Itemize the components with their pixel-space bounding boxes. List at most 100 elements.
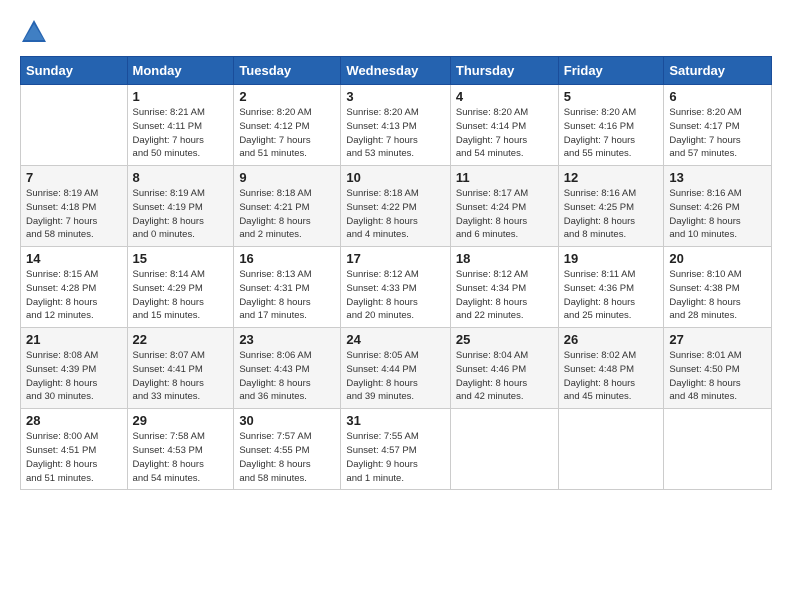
calendar-table: SundayMondayTuesdayWednesdayThursdayFrid… [20,56,772,490]
day-number: 10 [346,170,444,185]
day-number: 13 [669,170,766,185]
day-info: Sunrise: 8:06 AM Sunset: 4:43 PM Dayligh… [239,349,335,404]
day-number: 23 [239,332,335,347]
day-info: Sunrise: 8:16 AM Sunset: 4:25 PM Dayligh… [564,187,659,242]
day-info: Sunrise: 7:55 AM Sunset: 4:57 PM Dayligh… [346,430,444,485]
day-cell: 26 Sunrise: 8:02 AM Sunset: 4:48 PM Dayli… [558,328,664,409]
day-cell: 4 Sunrise: 8:20 AM Sunset: 4:14 PM Daylig… [450,85,558,166]
day-info: Sunrise: 8:20 AM Sunset: 4:16 PM Dayligh… [564,106,659,161]
day-number: 4 [456,89,553,104]
day-number: 28 [26,413,122,428]
day-info: Sunrise: 8:15 AM Sunset: 4:28 PM Dayligh… [26,268,122,323]
day-number: 17 [346,251,444,266]
day-cell: 16 Sunrise: 8:13 AM Sunset: 4:31 PM Dayli… [234,247,341,328]
day-cell: 8 Sunrise: 8:19 AM Sunset: 4:19 PM Daylig… [127,166,234,247]
day-cell: 17 Sunrise: 8:12 AM Sunset: 4:33 PM Dayli… [341,247,450,328]
day-info: Sunrise: 8:04 AM Sunset: 4:46 PM Dayligh… [456,349,553,404]
day-cell: 31 Sunrise: 7:55 AM Sunset: 4:57 PM Dayli… [341,409,450,490]
day-info: Sunrise: 8:13 AM Sunset: 4:31 PM Dayligh… [239,268,335,323]
day-number: 6 [669,89,766,104]
day-number: 25 [456,332,553,347]
day-info: Sunrise: 8:00 AM Sunset: 4:51 PM Dayligh… [26,430,122,485]
day-info: Sunrise: 8:11 AM Sunset: 4:36 PM Dayligh… [564,268,659,323]
day-info: Sunrise: 8:01 AM Sunset: 4:50 PM Dayligh… [669,349,766,404]
day-number: 14 [26,251,122,266]
day-cell: 13 Sunrise: 8:16 AM Sunset: 4:26 PM Dayli… [664,166,772,247]
day-info: Sunrise: 7:58 AM Sunset: 4:53 PM Dayligh… [133,430,229,485]
day-number: 21 [26,332,122,347]
week-row-3: 14 Sunrise: 8:15 AM Sunset: 4:28 PM Dayli… [21,247,772,328]
day-number: 18 [456,251,553,266]
weekday-header-wednesday: Wednesday [341,57,450,85]
day-info: Sunrise: 8:05 AM Sunset: 4:44 PM Dayligh… [346,349,444,404]
day-cell: 27 Sunrise: 8:01 AM Sunset: 4:50 PM Dayli… [664,328,772,409]
day-number: 16 [239,251,335,266]
day-info: Sunrise: 8:19 AM Sunset: 4:18 PM Dayligh… [26,187,122,242]
day-number: 22 [133,332,229,347]
day-cell: 2 Sunrise: 8:20 AM Sunset: 4:12 PM Daylig… [234,85,341,166]
day-number: 30 [239,413,335,428]
day-number: 1 [133,89,229,104]
day-info: Sunrise: 8:17 AM Sunset: 4:24 PM Dayligh… [456,187,553,242]
day-number: 3 [346,89,444,104]
day-cell: 30 Sunrise: 7:57 AM Sunset: 4:55 PM Dayli… [234,409,341,490]
day-info: Sunrise: 8:20 AM Sunset: 4:13 PM Dayligh… [346,106,444,161]
day-cell [558,409,664,490]
day-cell: 1 Sunrise: 8:21 AM Sunset: 4:11 PM Daylig… [127,85,234,166]
day-info: Sunrise: 8:07 AM Sunset: 4:41 PM Dayligh… [133,349,229,404]
day-cell: 22 Sunrise: 8:07 AM Sunset: 4:41 PM Dayli… [127,328,234,409]
day-number: 15 [133,251,229,266]
day-cell: 18Sunrise: 8:12 AM Sunset: 4:34 PM Dayli… [450,247,558,328]
day-number: 27 [669,332,766,347]
day-cell: 10Sunrise: 8:18 AM Sunset: 4:22 PM Dayli… [341,166,450,247]
day-number: 8 [133,170,229,185]
day-cell: 9Sunrise: 8:18 AM Sunset: 4:21 PM Daylig… [234,166,341,247]
day-info: Sunrise: 8:20 AM Sunset: 4:17 PM Dayligh… [669,106,766,161]
day-cell: 5 Sunrise: 8:20 AM Sunset: 4:16 PM Daylig… [558,85,664,166]
week-row-2: 7Sunrise: 8:19 AM Sunset: 4:18 PM Daylig… [21,166,772,247]
day-number: 12 [564,170,659,185]
day-cell: 6 Sunrise: 8:20 AM Sunset: 4:17 PM Daylig… [664,85,772,166]
day-number: 31 [346,413,444,428]
weekday-header-saturday: Saturday [664,57,772,85]
weekday-header-thursday: Thursday [450,57,558,85]
day-cell: 15 Sunrise: 8:14 AM Sunset: 4:29 PM Dayli… [127,247,234,328]
day-cell: 7Sunrise: 8:19 AM Sunset: 4:18 PM Daylig… [21,166,128,247]
day-cell: 28 Sunrise: 8:00 AM Sunset: 4:51 PM Dayli… [21,409,128,490]
day-cell [450,409,558,490]
day-number: 24 [346,332,444,347]
day-cell: 23 Sunrise: 8:06 AM Sunset: 4:43 PM Dayli… [234,328,341,409]
day-info: Sunrise: 8:19 AM Sunset: 4:19 PM Dayligh… [133,187,229,242]
day-number: 20 [669,251,766,266]
weekday-header-tuesday: Tuesday [234,57,341,85]
weekday-header-friday: Friday [558,57,664,85]
day-cell: 3 Sunrise: 8:20 AM Sunset: 4:13 PM Daylig… [341,85,450,166]
day-number: 29 [133,413,229,428]
day-info: Sunrise: 8:14 AM Sunset: 4:29 PM Dayligh… [133,268,229,323]
day-number: 5 [564,89,659,104]
day-cell: 21 Sunrise: 8:08 AM Sunset: 4:39 PM Dayli… [21,328,128,409]
day-info: Sunrise: 8:16 AM Sunset: 4:26 PM Dayligh… [669,187,766,242]
day-cell: 14 Sunrise: 8:15 AM Sunset: 4:28 PM Dayli… [21,247,128,328]
day-info: Sunrise: 8:08 AM Sunset: 4:39 PM Dayligh… [26,349,122,404]
day-number: 11 [456,170,553,185]
day-info: Sunrise: 8:21 AM Sunset: 4:11 PM Dayligh… [133,106,229,161]
day-cell: 25 Sunrise: 8:04 AM Sunset: 4:46 PM Dayli… [450,328,558,409]
weekday-header-sunday: Sunday [21,57,128,85]
day-info: Sunrise: 8:02 AM Sunset: 4:48 PM Dayligh… [564,349,659,404]
header [20,18,772,46]
day-info: Sunrise: 7:57 AM Sunset: 4:55 PM Dayligh… [239,430,335,485]
day-info: Sunrise: 8:20 AM Sunset: 4:14 PM Dayligh… [456,106,553,161]
day-info: Sunrise: 8:20 AM Sunset: 4:12 PM Dayligh… [239,106,335,161]
day-info: Sunrise: 8:18 AM Sunset: 4:21 PM Dayligh… [239,187,335,242]
day-cell [21,85,128,166]
day-cell [664,409,772,490]
logo-icon [20,18,48,46]
day-number: 2 [239,89,335,104]
day-info: Sunrise: 8:10 AM Sunset: 4:38 PM Dayligh… [669,268,766,323]
day-number: 26 [564,332,659,347]
logo [20,18,52,46]
week-row-4: 21 Sunrise: 8:08 AM Sunset: 4:39 PM Dayli… [21,328,772,409]
day-cell: 19Sunrise: 8:11 AM Sunset: 4:36 PM Dayli… [558,247,664,328]
day-info: Sunrise: 8:12 AM Sunset: 4:33 PM Dayligh… [346,268,444,323]
